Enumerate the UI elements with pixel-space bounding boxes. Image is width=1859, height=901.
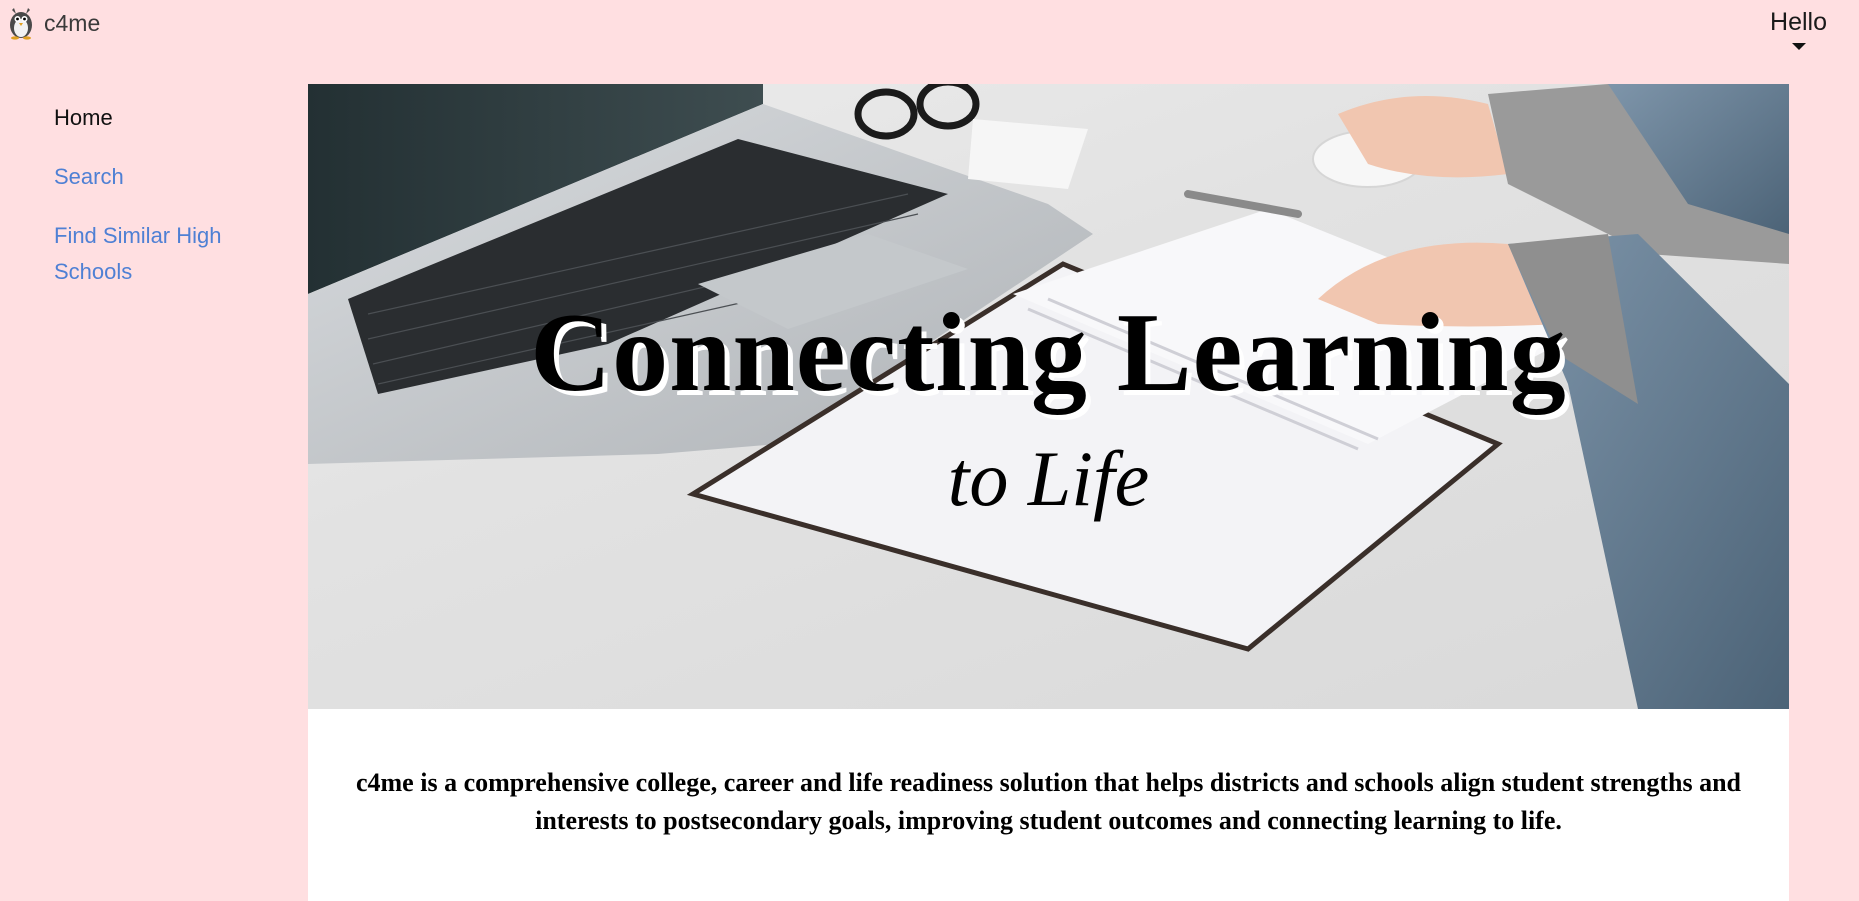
sidebar-nav: Home Search Find Similar High Schools [54, 100, 274, 313]
main-content: Connecting Learning to Life c4me is a co… [308, 84, 1789, 901]
brand[interactable]: c4me [6, 6, 100, 40]
sidebar-item-find-similar-high-schools[interactable]: Find Similar High Schools [54, 218, 274, 290]
sidebar-item-home[interactable]: Home [54, 100, 274, 136]
hero-title: Connecting Learning [530, 291, 1567, 415]
caret-down-icon[interactable] [1791, 43, 1806, 50]
sidebar-item-search[interactable]: Search [54, 159, 274, 195]
penguin-logo-icon [10, 8, 32, 40]
brand-name: c4me [44, 9, 101, 36]
hero-subtitle: to Life [947, 435, 1150, 522]
hero-banner: Connecting Learning to Life [308, 84, 1789, 709]
top-bar: c4me Hello [0, 0, 1859, 60]
user-menu[interactable]: Hello [1770, 8, 1827, 50]
user-greeting: Hello [1770, 8, 1827, 36]
tagline: c4me is a comprehensive college, career … [355, 768, 1742, 835]
